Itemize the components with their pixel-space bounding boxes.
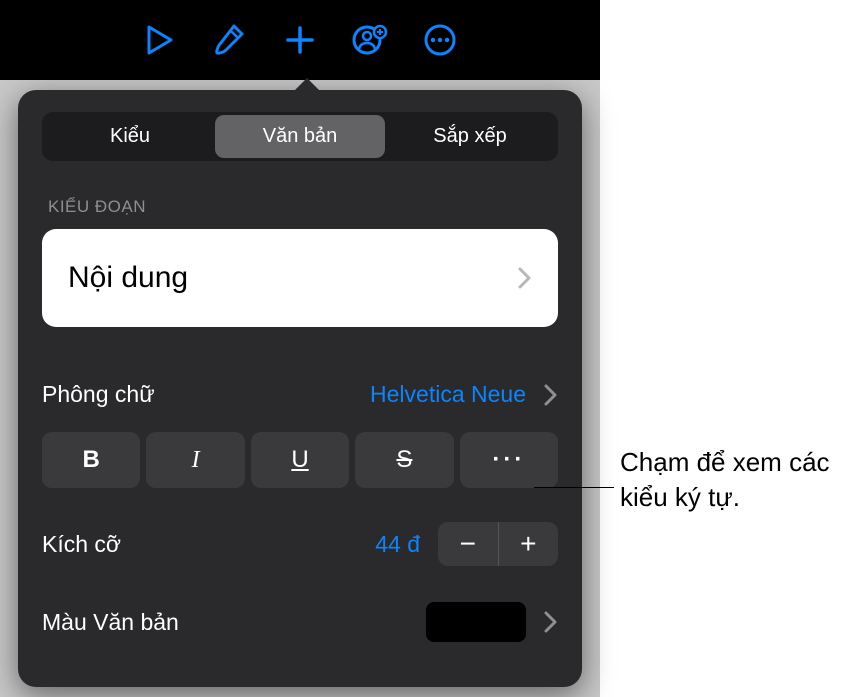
- chevron-right-icon: [544, 384, 558, 406]
- size-label: Kích cỡ: [42, 531, 121, 558]
- document-background: Kiểu Văn bản Sắp xếp KIỂU ĐOẠN Nội dung …: [0, 80, 600, 697]
- add-button[interactable]: [276, 16, 324, 64]
- size-value: 44 đ: [375, 531, 420, 558]
- size-increase-button[interactable]: +: [499, 522, 559, 566]
- size-decrease-button[interactable]: −: [438, 522, 499, 566]
- format-panel: Kiểu Văn bản Sắp xếp KIỂU ĐOẠN Nội dung …: [18, 90, 582, 687]
- font-row[interactable]: Phông chữ Helvetica Neue: [42, 367, 558, 422]
- paragraph-style-label: KIỂU ĐOẠN: [48, 197, 552, 217]
- chevron-right-icon: [544, 611, 558, 633]
- italic-button[interactable]: I: [146, 432, 244, 488]
- play-button[interactable]: [136, 16, 184, 64]
- font-value: Helvetica Neue: [370, 381, 526, 408]
- format-button-group: B I U S ···: [42, 432, 558, 488]
- size-row: Kích cỡ 44 đ − +: [42, 516, 558, 572]
- callout: Chạm để xem các kiểu ký tự.: [598, 445, 838, 515]
- text-color-swatch: [426, 602, 526, 642]
- more-icon: [423, 23, 457, 57]
- text-color-label: Màu Văn bản: [42, 609, 179, 636]
- panel-arrow: [293, 78, 321, 92]
- top-toolbar: [0, 0, 600, 80]
- segment-tabs: Kiểu Văn bản Sắp xếp: [42, 112, 558, 161]
- play-icon: [147, 25, 173, 55]
- add-icon: [284, 24, 316, 56]
- tab-arrange[interactable]: Sắp xếp: [385, 115, 555, 158]
- underline-button[interactable]: U: [251, 432, 349, 488]
- collab-icon: [352, 22, 388, 58]
- tab-style[interactable]: Kiểu: [45, 115, 215, 158]
- format-brush-button[interactable]: [206, 16, 254, 64]
- paragraph-style-button[interactable]: Nội dung: [42, 229, 558, 327]
- size-stepper: − +: [438, 522, 558, 566]
- text-color-row[interactable]: Màu Văn bản: [42, 594, 558, 650]
- chevron-right-icon: [518, 267, 532, 289]
- strikethrough-button[interactable]: S: [355, 432, 453, 488]
- callout-line: [534, 487, 614, 488]
- collaborate-button[interactable]: [346, 16, 394, 64]
- brush-icon: [212, 22, 248, 58]
- font-label: Phông chữ: [42, 381, 155, 408]
- callout-text: Chạm để xem các kiểu ký tự.: [620, 445, 838, 515]
- tab-text[interactable]: Văn bản: [215, 115, 385, 158]
- more-button[interactable]: [416, 16, 464, 64]
- more-text-options-button[interactable]: ···: [460, 432, 558, 488]
- bold-button[interactable]: B: [42, 432, 140, 488]
- paragraph-style-value: Nội dung: [68, 261, 188, 295]
